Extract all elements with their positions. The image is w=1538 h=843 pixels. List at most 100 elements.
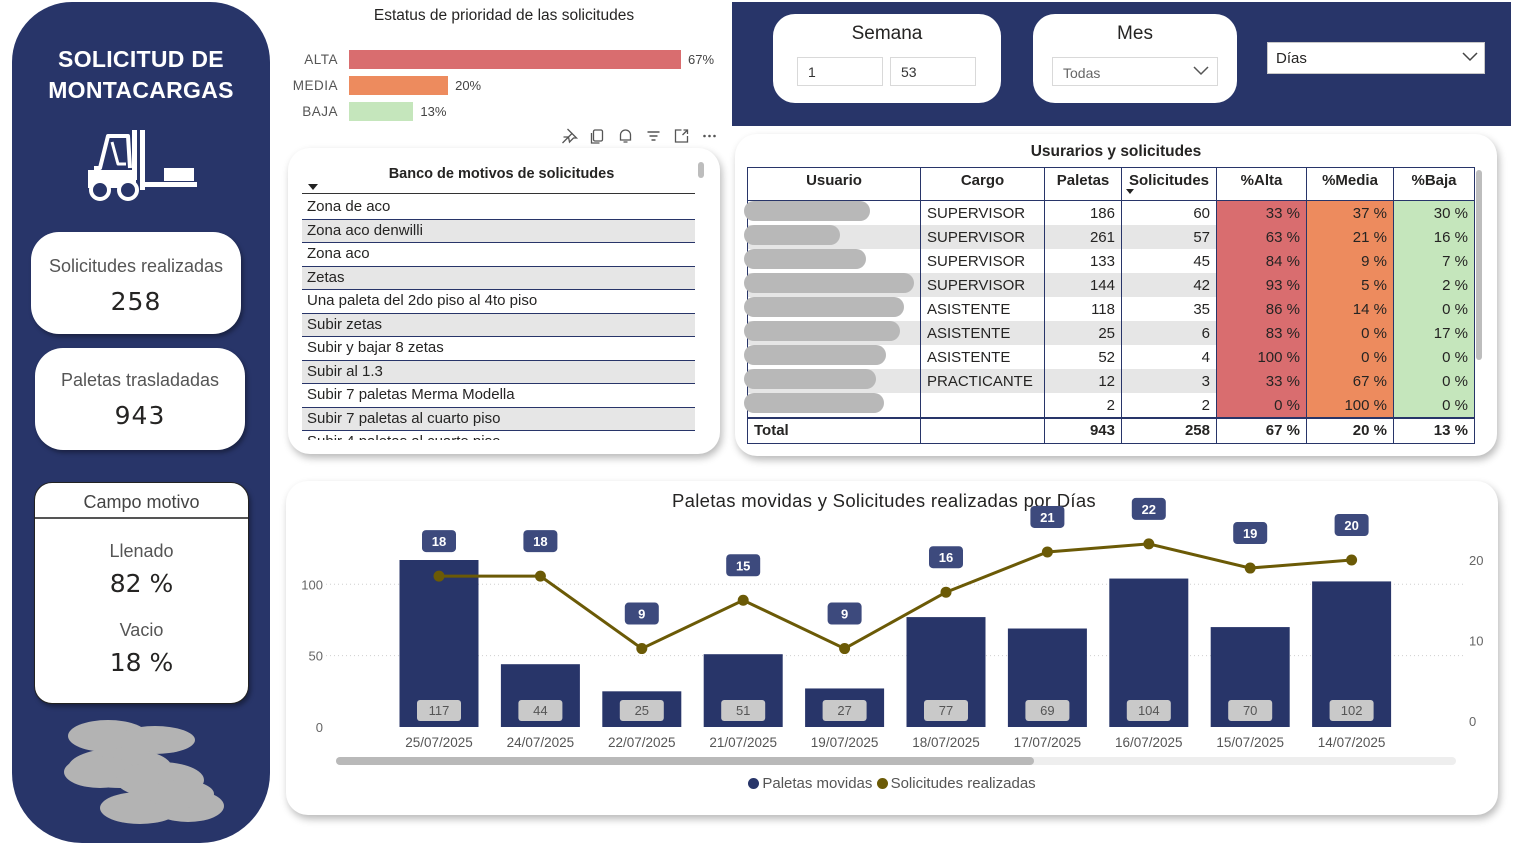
solicitudes-cell: 4 bbox=[1121, 345, 1217, 369]
reason-list-item[interactable]: Una paleta del 2do piso al 4to piso bbox=[302, 290, 695, 314]
priority-row-media[interactable]: MEDIA 20% bbox=[288, 76, 728, 96]
line-point[interactable] bbox=[940, 586, 952, 598]
combo-scroll-thumb[interactable] bbox=[336, 757, 1034, 765]
combo-chart-card[interactable]: Paletas movidas y Solicitudes realizadas… bbox=[286, 481, 1498, 815]
x-axis-tick-label: 21/07/2025 bbox=[709, 735, 777, 750]
semana-to-input[interactable]: 53 bbox=[890, 57, 976, 86]
pct-alta-cell: 63 % bbox=[1216, 225, 1307, 249]
pct-alta-cell: 84 % bbox=[1216, 249, 1307, 273]
x-axis-tick-label: 22/07/2025 bbox=[608, 735, 676, 750]
paletas-cell: 2 bbox=[1044, 393, 1122, 418]
line-point[interactable] bbox=[1346, 554, 1358, 566]
more-options-icon[interactable] bbox=[700, 127, 719, 145]
line-point[interactable] bbox=[636, 643, 648, 655]
pct-alta-cell: 100 % bbox=[1216, 345, 1307, 369]
bell-icon[interactable] bbox=[616, 127, 635, 145]
total-paletas-cell: 943 bbox=[1044, 417, 1122, 444]
focus-mode-icon[interactable] bbox=[672, 127, 691, 145]
pct-baja-cell: 0 % bbox=[1393, 345, 1475, 369]
legend-bars-marker bbox=[748, 778, 760, 789]
priority-status-chart[interactable]: Estatus de prioridad de las solicitudes … bbox=[288, 0, 728, 150]
users-table-title: Usurarios y solicitudes bbox=[1030, 143, 1202, 160]
app-title-line1: SOLICITUD DE bbox=[58, 46, 224, 72]
line-point[interactable] bbox=[433, 570, 445, 582]
campo-llenado-value: 82 % bbox=[109, 569, 174, 598]
col-paletas[interactable]: Paletas bbox=[1044, 167, 1122, 201]
usuario-cell bbox=[744, 225, 921, 249]
reason-list-item[interactable]: Subir y bajar 8 zetas bbox=[302, 337, 695, 361]
table-row[interactable]: SUPERVISOR 186 60 33 % 37 % 30 % bbox=[744, 200, 1475, 225]
col-media[interactable]: %Media bbox=[1306, 167, 1394, 201]
table-row[interactable]: SUPERVISOR 261 57 63 % 21 % 16 % bbox=[744, 225, 1475, 249]
redacted-username bbox=[744, 201, 870, 221]
reasons-header-label: Banco de motivos de solicitudes bbox=[388, 166, 615, 182]
reasons-scrollbar[interactable] bbox=[698, 162, 704, 178]
pct-media-cell: 0 % bbox=[1306, 345, 1394, 369]
table-row[interactable]: ASISTENTE 25 6 83 % 0 % 17 % bbox=[744, 321, 1475, 345]
pct-alta-cell: 33 % bbox=[1216, 369, 1307, 393]
reason-list-item[interactable]: Subir 4 paletas al cuarto piso bbox=[302, 431, 695, 440]
semana-title: Semana bbox=[851, 23, 923, 44]
filter-icon[interactable] bbox=[644, 127, 663, 145]
reason-list-item[interactable]: Zona aco bbox=[302, 243, 695, 267]
kpi-paletas-label: Paletas trasladadas bbox=[60, 370, 220, 390]
bar-data-label: 70 bbox=[1243, 703, 1257, 718]
priority-bar[interactable] bbox=[349, 76, 449, 95]
col-usuario[interactable]: Usuario bbox=[747, 167, 921, 201]
reason-list-item[interactable]: Subir al 1.3 bbox=[302, 360, 695, 384]
line-point[interactable] bbox=[737, 594, 749, 606]
reason-list-item[interactable]: Subir zetas bbox=[302, 313, 695, 337]
sidebar-panel: SOLICITUD DE MONTACARGAS Solicitudes rea… bbox=[12, 2, 270, 843]
granularity-dropdown[interactable]: Días bbox=[1267, 42, 1485, 74]
line-point[interactable] bbox=[534, 570, 546, 582]
combo-legend: Paletas movidas Solicitudes realizadas bbox=[286, 775, 1498, 792]
bar-data-label: 25 bbox=[635, 703, 649, 718]
line-point[interactable] bbox=[1041, 546, 1053, 558]
semana-from-input[interactable]: 1 bbox=[797, 57, 883, 86]
paletas-cell: 118 bbox=[1044, 297, 1122, 321]
priority-row-alta[interactable]: ALTA 67% bbox=[288, 50, 728, 70]
col-solicitudes[interactable]: Solicitudes bbox=[1121, 167, 1217, 201]
table-row[interactable]: PRACTICANTE 12 3 33 % 67 % 0 % bbox=[744, 369, 1475, 393]
reasons-column-header[interactable]: Banco de motivos de solicitudes bbox=[302, 162, 695, 194]
priority-label: BAJA bbox=[302, 104, 338, 119]
col-baja[interactable]: %Baja bbox=[1393, 167, 1475, 201]
pin-icon[interactable] bbox=[560, 127, 579, 145]
chevron-down-icon bbox=[1193, 66, 1209, 76]
legend-bars-label[interactable]: Paletas movidas bbox=[762, 775, 872, 792]
reason-list-item[interactable]: Zetas bbox=[302, 266, 695, 290]
reason-list-item[interactable]: Zona aco denwilli bbox=[302, 219, 695, 243]
table-row[interactable]: SUPERVISOR 144 42 93 % 5 % 2 % bbox=[744, 273, 1475, 297]
solicitudes-cell: 3 bbox=[1121, 369, 1217, 393]
bar-data-label: 102 bbox=[1341, 703, 1363, 718]
solicitudes-cell: 35 bbox=[1121, 297, 1217, 321]
priority-bar[interactable] bbox=[349, 50, 681, 69]
reason-list-item[interactable]: Subir 7 paletas al cuarto piso bbox=[302, 407, 695, 431]
reasons-list[interactable]: Zona de aco Zona aco denwilli Zona aco Zeta… bbox=[302, 196, 695, 440]
table-row[interactable]: ASISTENTE 118 35 86 % 14 % 0 % bbox=[744, 297, 1475, 321]
pct-baja-cell: 2 % bbox=[1393, 273, 1475, 297]
campo-vacio-label: Vacio bbox=[119, 620, 164, 640]
reason-list-item[interactable]: Zona de aco bbox=[302, 196, 695, 220]
priority-bar[interactable] bbox=[349, 102, 414, 121]
table-row[interactable]: 220 % 100 % 0 % bbox=[744, 393, 1475, 418]
table-row[interactable]: ASISTENTE 52 4 100 % 0 % 0 % bbox=[744, 345, 1475, 369]
solicitudes-cell: 42 bbox=[1121, 273, 1217, 297]
line-point[interactable] bbox=[839, 643, 851, 655]
mes-dropdown[interactable]: Todas bbox=[1052, 57, 1218, 86]
col-cargo[interactable]: Cargo bbox=[920, 167, 1045, 201]
table-row[interactable]: SUPERVISOR 133 45 84 % 9 % 7 % bbox=[744, 249, 1475, 273]
x-axis-tick-label: 19/07/2025 bbox=[811, 735, 879, 750]
line-data-label: 15 bbox=[736, 558, 750, 573]
cargo-cell: SUPERVISOR bbox=[920, 273, 1045, 297]
line-data-label: 9 bbox=[638, 607, 645, 622]
line-data-label: 18 bbox=[432, 534, 446, 549]
legend-line-label[interactable]: Solicitudes realizadas bbox=[891, 775, 1036, 792]
line-point[interactable] bbox=[1143, 538, 1155, 550]
copy-icon[interactable] bbox=[588, 127, 607, 145]
users-scrollbar[interactable] bbox=[1476, 170, 1482, 360]
priority-row-baja[interactable]: BAJA 13% bbox=[288, 102, 728, 122]
line-point[interactable] bbox=[1244, 562, 1256, 574]
reason-list-item[interactable]: Subir 7 paletas Merma Modella bbox=[302, 384, 695, 408]
col-alta[interactable]: %Alta bbox=[1216, 167, 1307, 201]
